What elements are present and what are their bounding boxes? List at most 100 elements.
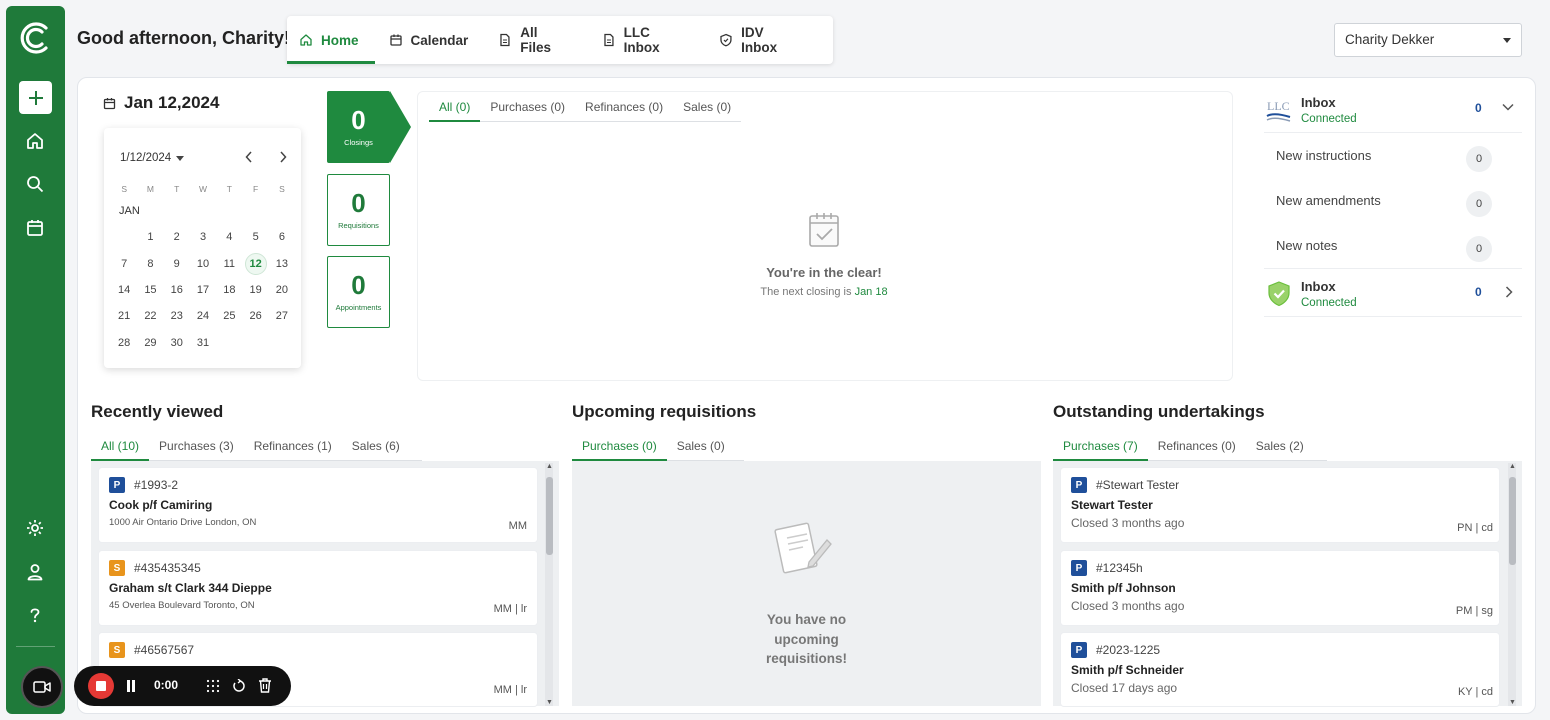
- stop-recording-button[interactable]: [88, 673, 114, 699]
- tab-llc-inbox[interactable]: LLC Inbox: [602, 16, 706, 64]
- tab-sales[interactable]: Sales (0): [673, 94, 741, 121]
- stat-number: 0: [351, 270, 366, 300]
- calendar-day[interactable]: 19: [242, 277, 268, 303]
- day-number: 2: [173, 231, 180, 244]
- calendar-day[interactable]: 26: [242, 303, 268, 329]
- calendar-day[interactable]: 14: [111, 277, 137, 303]
- list-item[interactable]: P #2023-1225 Smith p/f Schneider Closed …: [1061, 633, 1499, 706]
- calendar-day[interactable]: 27: [269, 303, 295, 329]
- calendar-icon[interactable]: [23, 216, 47, 240]
- scroll-up-icon[interactable]: ▲: [1509, 463, 1516, 470]
- pause-icon[interactable]: [126, 680, 136, 692]
- calendar-day[interactable]: 10: [190, 251, 216, 277]
- tab-all[interactable]: All (0): [429, 94, 481, 122]
- list-item[interactable]: P #1993-2 Cook p/f Camiring 1000 Air Ont…: [99, 468, 537, 542]
- next-closing-link[interactable]: Jan 18: [855, 286, 888, 298]
- calendar-day[interactable]: 31: [190, 329, 216, 355]
- calendar-day[interactable]: 24: [190, 303, 216, 329]
- day-number: 18: [223, 284, 236, 297]
- settings-gear-icon[interactable]: [23, 516, 47, 540]
- tab-idv-inbox[interactable]: IDV Inbox: [719, 16, 819, 64]
- tab-sales[interactable]: Sales (0): [667, 433, 735, 460]
- calendar-day[interactable]: 12: [242, 251, 268, 277]
- home-icon[interactable]: [23, 129, 47, 153]
- new-notes-label[interactable]: New notes: [1276, 238, 1337, 253]
- calendar-day[interactable]: 4: [216, 224, 242, 250]
- calendar-day[interactable]: 21: [111, 303, 137, 329]
- calendar-day[interactable]: 8: [137, 251, 163, 277]
- scroll-up-icon[interactable]: ▲: [546, 463, 553, 470]
- calendar-day[interactable]: 18: [216, 277, 242, 303]
- undertakings-scrollbar[interactable]: ▲ ▼: [1508, 463, 1516, 706]
- tab-all-files[interactable]: All Files: [498, 16, 587, 64]
- camera-toggle-button[interactable]: [21, 666, 63, 708]
- calendar-day[interactable]: 29: [137, 329, 163, 355]
- appointments-stat[interactable]: 0 Appointments: [327, 256, 390, 328]
- tab-refinances[interactable]: Refinances (0): [1148, 433, 1246, 460]
- closings-stat[interactable]: 0 Closings: [327, 91, 390, 163]
- scroll-thumb[interactable]: [1509, 477, 1516, 565]
- calendar-day[interactable]: 6: [269, 224, 295, 250]
- prev-month-button[interactable]: [244, 150, 254, 167]
- grid-dots-icon[interactable]: [206, 679, 220, 693]
- new-amendments-label[interactable]: New amendments: [1276, 193, 1381, 208]
- new-notes-count: 0: [1466, 236, 1492, 262]
- help-icon[interactable]: [23, 603, 47, 627]
- closed-date: Closed 3 months ago: [1071, 516, 1185, 530]
- calendar-day[interactable]: 7: [111, 251, 137, 277]
- tab-sales[interactable]: Sales (2): [1246, 433, 1314, 460]
- requisitions-stat[interactable]: 0 Requisitions: [327, 174, 390, 246]
- llc-inbox-row[interactable]: LLC Inbox Connected: [1266, 92, 1522, 128]
- divider: [1264, 268, 1522, 269]
- user-profile-icon[interactable]: [23, 560, 47, 584]
- calendar-day[interactable]: 17: [190, 277, 216, 303]
- list-item[interactable]: P #Stewart Tester Stewart Tester Closed …: [1061, 468, 1499, 542]
- calendar-day[interactable]: 5: [242, 224, 268, 250]
- calendar-day[interactable]: 9: [164, 251, 190, 277]
- next-month-button[interactable]: [278, 150, 288, 167]
- scroll-thumb[interactable]: [546, 477, 553, 555]
- calendar-day[interactable]: 1: [137, 224, 163, 250]
- scroll-down-icon[interactable]: ▼: [1509, 699, 1516, 706]
- scroll-down-icon[interactable]: ▼: [546, 699, 553, 706]
- tab-home[interactable]: Home: [287, 16, 375, 64]
- tab-all[interactable]: All (10): [91, 433, 150, 461]
- calendar-day[interactable]: 15: [137, 277, 163, 303]
- chevron-right-icon[interactable]: [1505, 286, 1513, 298]
- chevron-down-icon[interactable]: [1502, 103, 1514, 111]
- month-select[interactable]: 1/12/2024: [120, 152, 185, 164]
- add-new-button[interactable]: [19, 81, 52, 114]
- list-item[interactable]: S #435435345 Graham s/t Clark 344 Dieppe…: [99, 551, 537, 625]
- tab-refinances[interactable]: Refinances (0): [575, 94, 673, 121]
- tab-purchases[interactable]: Purchases (0): [572, 433, 667, 461]
- calendar-day[interactable]: 2: [164, 224, 190, 250]
- tab-calendar[interactable]: Calendar: [389, 16, 485, 64]
- user-select-dropdown[interactable]: Charity Dekker: [1334, 23, 1522, 57]
- calendar-day[interactable]: 20: [269, 277, 295, 303]
- calendar-day[interactable]: 28: [111, 329, 137, 355]
- new-instructions-label[interactable]: New instructions: [1276, 148, 1371, 163]
- tab-sales[interactable]: Sales (6): [342, 433, 410, 460]
- restart-icon[interactable]: [232, 679, 246, 693]
- list-item[interactable]: P #12345h Smith p/f Johnson Closed 3 mon…: [1061, 551, 1499, 625]
- file-initials: MM | lr: [493, 603, 527, 615]
- calendar-day[interactable]: 11: [216, 251, 242, 277]
- tab-purchases[interactable]: Purchases (7): [1053, 433, 1148, 461]
- calendar-day[interactable]: 13: [269, 251, 295, 277]
- undertakings-tabs: Purchases (7) Refinances (0) Sales (2): [1053, 433, 1327, 461]
- tab-purchases[interactable]: Purchases (0): [480, 94, 575, 121]
- idv-inbox-row[interactable]: Inbox Connected: [1266, 276, 1522, 312]
- calendar-day[interactable]: 30: [164, 329, 190, 355]
- search-icon[interactable]: [23, 172, 47, 196]
- app-logo[interactable]: [18, 20, 54, 56]
- trash-icon[interactable]: [258, 678, 272, 693]
- calendar-day[interactable]: 16: [164, 277, 190, 303]
- calendar-day[interactable]: 3: [190, 224, 216, 250]
- calendar-day[interactable]: 23: [164, 303, 190, 329]
- calendar-day[interactable]: 25: [216, 303, 242, 329]
- tab-refinances[interactable]: Refinances (1): [244, 433, 342, 460]
- recent-scrollbar[interactable]: ▲ ▼: [545, 463, 553, 706]
- month-select-value: 1/12/2024: [120, 152, 172, 164]
- calendar-day[interactable]: 22: [137, 303, 163, 329]
- tab-purchases[interactable]: Purchases (3): [149, 433, 244, 460]
